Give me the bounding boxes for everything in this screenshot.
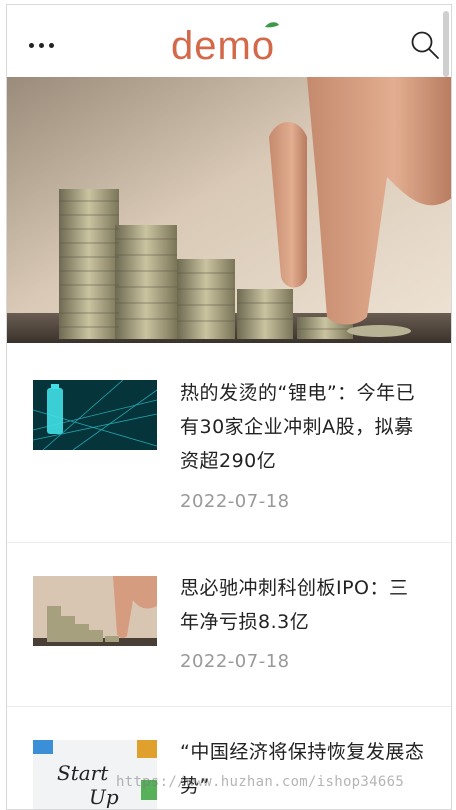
search-icon	[411, 31, 439, 59]
dot	[29, 42, 34, 48]
scrollbar-thumb[interactable]	[443, 11, 449, 77]
svg-text:Up: Up	[89, 785, 119, 809]
site-logo[interactable]: demo	[169, 19, 289, 67]
news-thumbnail[interactable]	[33, 576, 157, 646]
logo-text: demo	[171, 24, 275, 67]
svg-text:Start: Start	[57, 761, 109, 785]
search-button[interactable]	[409, 29, 441, 61]
top-header: demo	[7, 5, 451, 77]
news-list: 热的发烫的“锂电”：今年已有30家企业冲刺A股，拟募资超290亿 2022-07…	[7, 343, 451, 809]
watermark-text: https://www.huzhan.com/ishop34665	[116, 774, 405, 790]
news-date: 2022-07-18	[180, 651, 290, 672]
news-item[interactable]: 热的发烫的“锂电”：今年已有30家企业冲刺A股，拟募资超290亿 2022-07…	[7, 343, 451, 543]
dot	[39, 42, 44, 48]
news-title[interactable]: “中国经济将保持恢复发展态势”	[180, 735, 428, 803]
more-menu-button[interactable]	[29, 35, 59, 55]
news-thumbnail[interactable]	[33, 380, 157, 450]
news-title[interactable]: 思必驰冲刺科创板IPO：三年净亏损8.3亿	[180, 571, 428, 639]
dot	[49, 42, 54, 48]
news-date: 2022-07-18	[180, 491, 290, 512]
news-item[interactable]: 思必驰冲刺科创板IPO：三年净亏损8.3亿 2022-07-18	[7, 543, 451, 707]
news-item[interactable]: Start Up “中国经济将保持恢复发展态势”	[7, 707, 451, 809]
hero-banner-image[interactable]	[7, 77, 451, 343]
page-frame: demo 热的发烫的“锂电”：今年已有30家企业冲刺A股，拟募资超290亿 20…	[6, 4, 452, 810]
leaf-icon	[265, 22, 279, 28]
news-title[interactable]: 热的发烫的“锂电”：今年已有30家企业冲刺A股，拟募资超290亿	[180, 376, 428, 478]
